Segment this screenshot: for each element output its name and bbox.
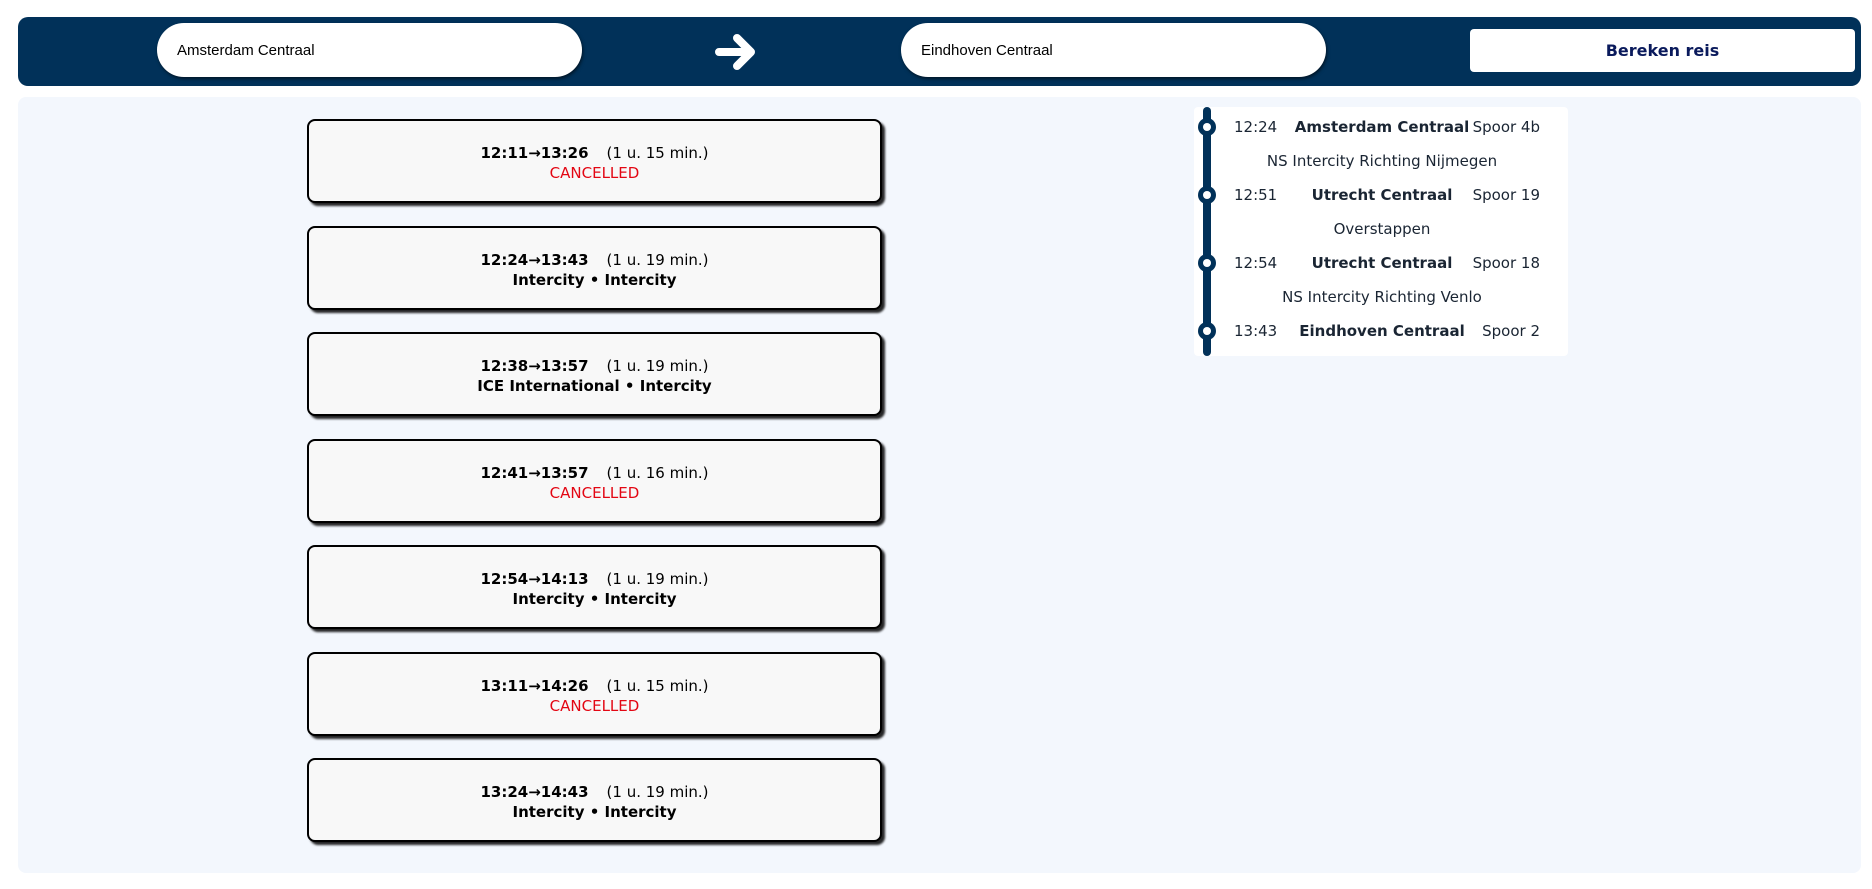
- trip-option[interactable]: 12:38→13:57 (1 u. 19 min.) ICE Internatio…: [307, 332, 882, 416]
- stop-time: 12:24: [1234, 118, 1278, 136]
- trip-train-types: Intercity • Intercity: [512, 803, 677, 821]
- journey-leg: NS Intercity Richting Venlo: [1282, 288, 1482, 306]
- trip-times: 12:38→13:57: [480, 357, 589, 375]
- trip-times: 12:41→13:57: [480, 464, 589, 482]
- trip-status: CANCELLED: [549, 484, 640, 502]
- stop-track: Spoor 18: [1472, 254, 1540, 272]
- trip-option[interactable]: 12:54→14:13 (1 u. 19 min.) Intercity • In…: [307, 545, 882, 629]
- trip-option[interactable]: 12:41→13:57 (1 u. 16 min.) CANCELLED: [307, 439, 882, 523]
- stop-marker-icon: [1198, 254, 1216, 272]
- trip-option[interactable]: 12:11→13:26 (1 u. 15 min.) CANCELLED: [307, 119, 882, 203]
- journey-stop: Amsterdam Centraal 12:24 Spoor 4b: [1224, 115, 1540, 139]
- trip-times: 12:11→13:26: [480, 144, 589, 162]
- trip-duration: (1 u. 19 min.): [606, 570, 709, 588]
- trip-times: 12:54→14:13: [480, 570, 589, 588]
- stop-time: 13:43: [1234, 322, 1278, 340]
- route-line: [1203, 107, 1211, 356]
- trip-duration: (1 u. 15 min.): [606, 677, 709, 695]
- trip-status: CANCELLED: [549, 164, 640, 182]
- to-station-input[interactable]: [901, 23, 1326, 77]
- trip-duration: (1 u. 19 min.): [606, 783, 709, 801]
- stop-time: 12:51: [1234, 186, 1278, 204]
- journey-stop: Utrecht Centraal 12:54 Spoor 18: [1224, 251, 1540, 275]
- search-bar: Bereken reis: [18, 17, 1861, 86]
- stop-marker-icon: [1198, 186, 1216, 204]
- calculate-trip-button[interactable]: Bereken reis: [1470, 29, 1855, 72]
- trip-times: 13:24→14:43: [480, 783, 589, 801]
- arrow-right-icon: [715, 34, 755, 70]
- journey-details: Amsterdam Centraal 12:24 Spoor 4b NS Int…: [1194, 107, 1568, 356]
- trip-duration: (1 u. 19 min.): [606, 251, 709, 269]
- stop-marker-icon: [1198, 118, 1216, 136]
- from-station-input[interactable]: [157, 23, 582, 77]
- journey-stop: Eindhoven Centraal 13:43 Spoor 2: [1224, 319, 1540, 343]
- trip-times: 13:11→14:26: [480, 677, 589, 695]
- stop-track: Spoor 19: [1472, 186, 1540, 204]
- trip-duration: (1 u. 19 min.): [606, 357, 709, 375]
- stop-track: Spoor 4b: [1472, 118, 1540, 136]
- trip-option[interactable]: 13:11→14:26 (1 u. 15 min.) CANCELLED: [307, 652, 882, 736]
- results-panel: 12:11→13:26 (1 u. 15 min.) CANCELLED 12:2…: [18, 97, 1861, 873]
- stop-marker-icon: [1198, 322, 1216, 340]
- trip-train-types: ICE International • Intercity: [477, 377, 712, 395]
- journey-stop: Utrecht Centraal 12:51 Spoor 19: [1224, 183, 1540, 207]
- trip-train-types: Intercity • Intercity: [512, 590, 677, 608]
- trip-option[interactable]: 12:24→13:43 (1 u. 19 min.) Intercity • In…: [307, 226, 882, 310]
- journey-leg: NS Intercity Richting Nijmegen: [1266, 152, 1498, 170]
- journey-leg: Overstappen: [1333, 220, 1431, 238]
- stop-track: Spoor 2: [1482, 322, 1540, 340]
- trip-train-types: Intercity • Intercity: [512, 271, 677, 289]
- trip-option[interactable]: 13:24→14:43 (1 u. 19 min.) Intercity • In…: [307, 758, 882, 842]
- stop-time: 12:54: [1234, 254, 1278, 272]
- trip-duration: (1 u. 16 min.): [606, 464, 709, 482]
- trip-duration: (1 u. 15 min.): [606, 144, 709, 162]
- trip-times: 12:24→13:43: [480, 251, 589, 269]
- trip-status: CANCELLED: [549, 697, 640, 715]
